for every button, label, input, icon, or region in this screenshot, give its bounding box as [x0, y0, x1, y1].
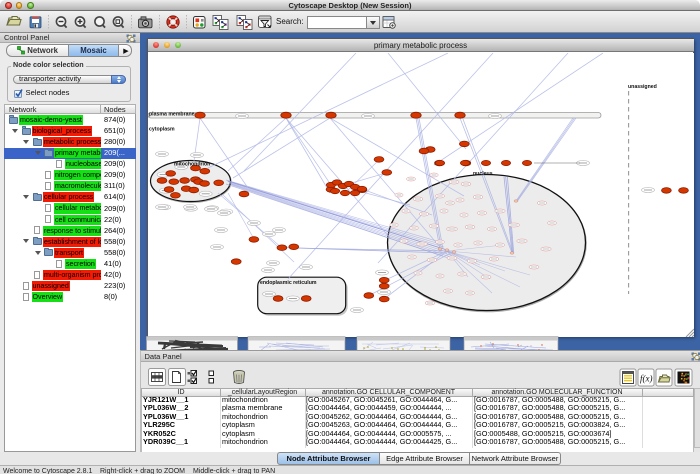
svg-text:cytoplasm: cytoplasm	[149, 127, 175, 133]
svg-text:nucleus: nucleus	[473, 171, 493, 177]
svg-text:unassigned: unassigned	[628, 84, 657, 90]
svg-text:mitochondrion: mitochondrion	[174, 162, 210, 168]
svg-text:plasma membrane: plasma membrane	[149, 112, 195, 118]
svg-text:endoplasmic reticulum: endoplasmic reticulum	[260, 280, 317, 286]
